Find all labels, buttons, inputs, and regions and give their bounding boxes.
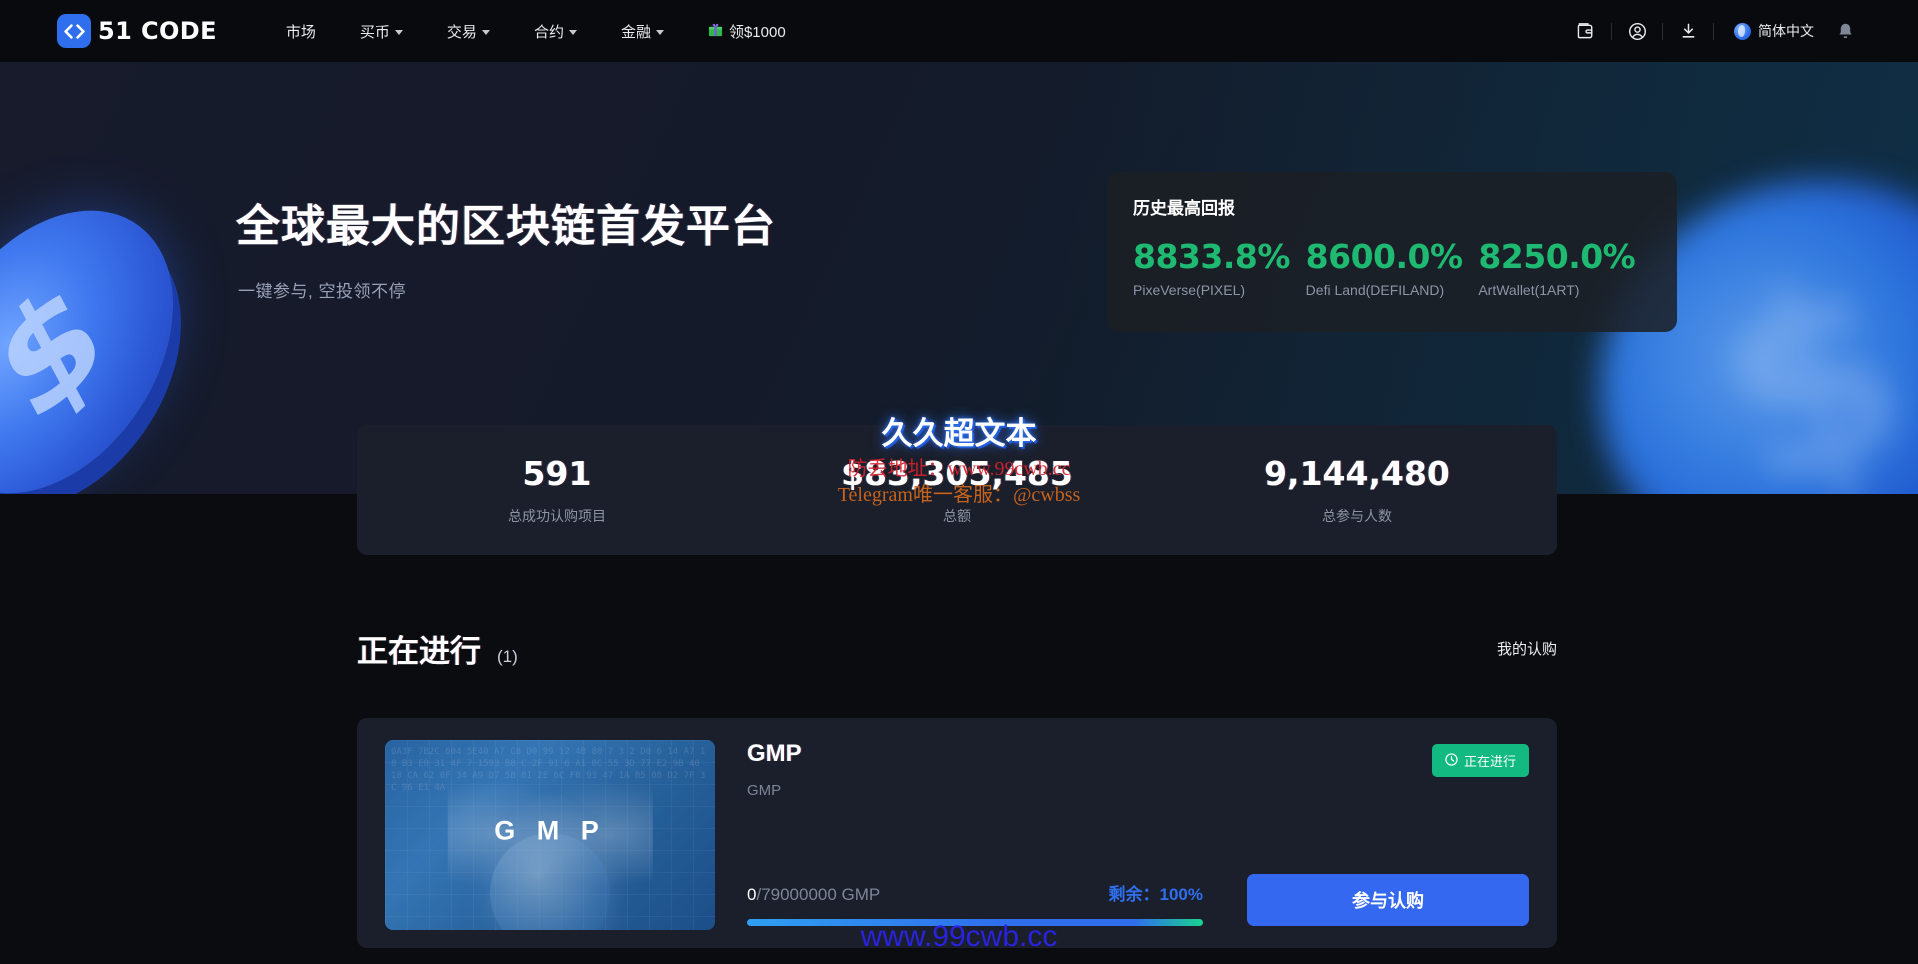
platform-stats-bar: 591 总成功认购项目 $83,305,485 总额 9,144,480 总参与… [357, 425, 1557, 555]
nav-item-claim-bonus[interactable]: 领$1000 [686, 21, 808, 42]
project-details: GMP GMP 正在进行 0/79000000 GMP [747, 740, 1529, 926]
claim-bonus-label: 领$1000 [729, 21, 786, 42]
chevron-down-icon [569, 30, 577, 35]
header-actions: 简体中文 [1565, 0, 1866, 62]
stat-label: 总成功认购项目 [357, 506, 757, 526]
subscription-progress: 0/79000000 GMP 剩余：100% [747, 880, 1203, 926]
language-selector[interactable]: 简体中文 [1734, 21, 1814, 41]
return-project-name: ArtWallet(1ART) [1478, 282, 1651, 298]
main-nav: 市场 买币 交易 合约 金融 [264, 0, 808, 62]
return-value: 8833.8% [1133, 239, 1306, 275]
stat-label: 总参与人数 [1157, 506, 1557, 526]
chevron-down-icon [656, 30, 664, 35]
project-name: GMP [747, 740, 1529, 768]
stat-total-participants: 9,144,480 总参与人数 [1157, 454, 1557, 526]
hero-subtitle: 一键参与, 空投领不停 [238, 277, 406, 302]
gift-icon [708, 22, 723, 41]
dollar-coin-decoration-left [0, 152, 214, 494]
top-navigation-bar: 51 CODE 市场 买币 交易 合约 金融 [0, 0, 1918, 62]
code-brackets-icon [57, 14, 91, 48]
hero-title: 全球最大的区块链首发平台 [236, 190, 776, 254]
stat-value: 9,144,480 [1157, 454, 1557, 493]
stat-label: 总额 [757, 506, 1157, 526]
returns-card-title: 历史最高回报 [1133, 194, 1651, 219]
download-icon[interactable] [1667, 0, 1709, 62]
progress-labels: 0/79000000 GMP 剩余：100% [747, 880, 1203, 905]
status-badge-label: 正在进行 [1464, 751, 1516, 770]
nav-item-market[interactable]: 市场 [264, 0, 338, 62]
nav-label: 买币 [360, 21, 390, 42]
ongoing-section-header: 正在进行 (1) 我的认购 [357, 626, 1557, 671]
page-root: 51 CODE 市场 买币 交易 合约 金融 [0, 0, 1918, 964]
page-title: 正在进行 [357, 626, 481, 671]
historical-returns-card: 历史最高回报 8833.8% PixeVerse(PIXEL) 8600.0% … [1107, 172, 1677, 332]
status-badge: 正在进行 [1432, 744, 1529, 777]
nav-item-contracts[interactable]: 合约 [512, 0, 599, 62]
stat-value: 591 [357, 454, 757, 493]
project-thumbnail[interactable]: 0A3F 7B2C 604 5E40 A7 C8 D0 99 12 4B 80 … [385, 740, 715, 930]
divider [1713, 23, 1714, 40]
return-value: 8250.0% [1478, 239, 1651, 275]
return-value: 8600.0% [1306, 239, 1479, 275]
return-item: 8833.8% PixeVerse(PIXEL) [1133, 239, 1306, 298]
return-item: 8250.0% ArtWallet(1ART) [1478, 239, 1651, 298]
return-item: 8600.0% Defi Land(DEFILAND) [1306, 239, 1479, 298]
divider [1662, 23, 1663, 40]
stat-total-amount: $83,305,485 总额 [757, 454, 1157, 526]
nav-label: 金融 [621, 21, 651, 42]
return-project-name: Defi Land(DEFILAND) [1306, 282, 1479, 298]
nav-label: 市场 [286, 21, 316, 42]
divider [1611, 23, 1612, 40]
stat-total-projects: 591 总成功认购项目 [357, 454, 757, 526]
wallet-icon[interactable] [1565, 0, 1607, 62]
progress-total: /79000000 GMP [756, 885, 880, 904]
thumbnail-label: G M P [385, 816, 715, 847]
logo-text: 51 CODE [98, 17, 217, 45]
project-card[interactable]: 0A3F 7B2C 604 5E40 A7 C8 D0 99 12 4B 80 … [357, 718, 1557, 948]
logo[interactable]: 51 CODE [57, 14, 217, 48]
clock-icon [1445, 753, 1458, 769]
participate-button[interactable]: 参与认购 [1247, 874, 1529, 926]
ongoing-count: (1) [497, 647, 518, 667]
nav-item-buy-crypto[interactable]: 买币 [338, 0, 425, 62]
project-card-footer: 0/79000000 GMP 剩余：100% 参与认购 [747, 874, 1529, 926]
progress-amount: 0/79000000 GMP [747, 885, 880, 905]
nav-item-trade[interactable]: 交易 [425, 0, 512, 62]
project-symbol: GMP [747, 782, 1529, 799]
returns-list: 8833.8% PixeVerse(PIXEL) 8600.0% Defi La… [1133, 239, 1651, 298]
nav-item-finance[interactable]: 金融 [599, 0, 686, 62]
user-account-icon[interactable] [1616, 0, 1658, 62]
chevron-down-icon [482, 30, 490, 35]
language-label: 简体中文 [1758, 21, 1814, 41]
my-subscriptions-link[interactable]: 我的认购 [1497, 638, 1557, 659]
globe-icon [1734, 23, 1751, 40]
remaining-percent: 剩余：100% [1109, 880, 1203, 905]
remaining-label: 剩余： [1109, 885, 1160, 904]
return-project-name: PixeVerse(PIXEL) [1133, 282, 1306, 298]
remaining-value: 100% [1160, 885, 1203, 904]
bell-icon[interactable] [1824, 0, 1866, 62]
nav-label: 合约 [534, 21, 564, 42]
progress-bar [747, 919, 1203, 926]
chevron-down-icon [395, 30, 403, 35]
stat-value: $83,305,485 [757, 454, 1157, 493]
nav-label: 交易 [447, 21, 477, 42]
